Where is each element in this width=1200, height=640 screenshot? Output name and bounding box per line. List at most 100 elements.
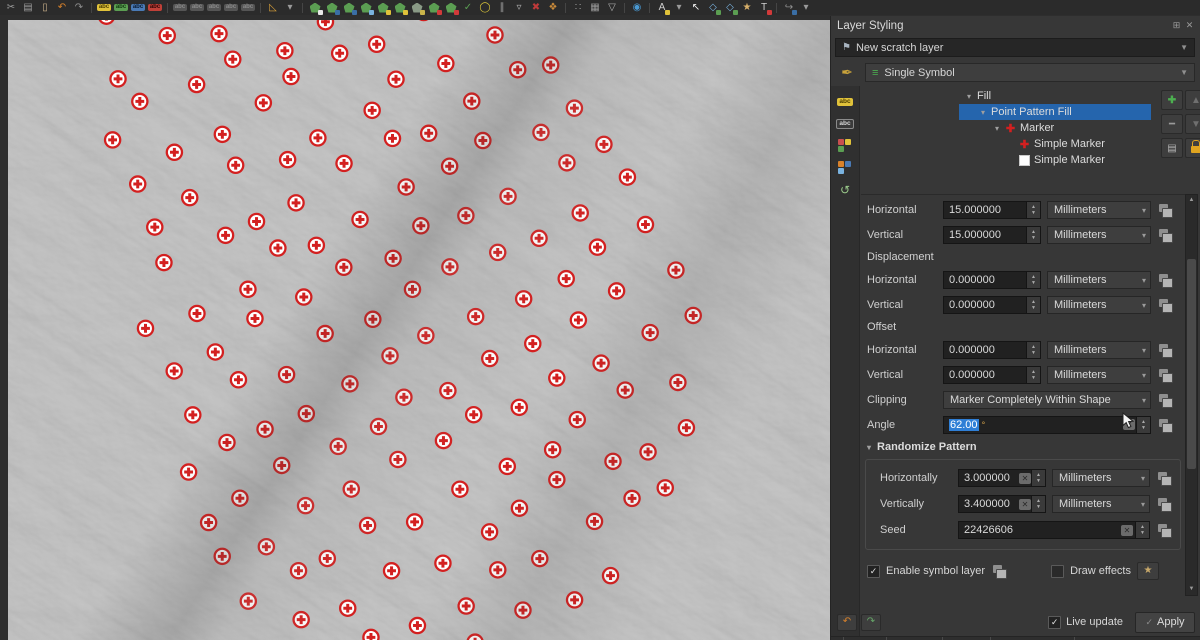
undo-icon[interactable]: ↶ xyxy=(55,2,69,14)
paste-features-icon[interactable]: ▯ xyxy=(38,2,52,14)
close-panel-icon[interactable]: ✕ xyxy=(1184,20,1195,31)
scrollbar-thumb[interactable] xyxy=(1187,259,1196,469)
scroll-up-icon[interactable]: ▲ xyxy=(1186,195,1197,206)
randomize-pattern-header[interactable]: ▾ Randomize Pattern xyxy=(861,437,1185,457)
data-defined-override-button[interactable] xyxy=(1156,497,1174,511)
apply-button[interactable]: ✓ Apply xyxy=(1135,612,1195,633)
displacement-horizontal-input[interactable]: 0.000000▲▼ xyxy=(943,271,1041,289)
move-down-button[interactable]: ▼ xyxy=(1185,114,1200,134)
expander-icon[interactable]: ▾ xyxy=(979,108,987,117)
offset-vertical-unit[interactable]: Millimeters▾ xyxy=(1047,366,1151,384)
displacement-horizontal-unit[interactable]: Millimeters▾ xyxy=(1047,271,1151,289)
forward-dropdown-icon[interactable]: ▾ xyxy=(799,2,813,14)
spinner[interactable]: ▲▼ xyxy=(1031,496,1045,512)
data-defined-override-button[interactable] xyxy=(991,564,1009,578)
data-defined-override-button[interactable] xyxy=(1157,393,1175,407)
measure-dropdown-icon[interactable]: ▾ xyxy=(283,2,297,14)
seed-input[interactable]: 22426606✕▲▼ xyxy=(958,521,1150,539)
diagrams-tab[interactable] xyxy=(836,160,854,175)
live-update-checkbox[interactable]: ✓ xyxy=(1048,616,1061,629)
draw-effects-checkbox[interactable]: ✓ xyxy=(1051,565,1064,578)
renderer-dropdown[interactable]: ≡ Single Symbol ▼ xyxy=(865,63,1195,82)
data-defined-override-button[interactable] xyxy=(1157,203,1175,217)
enable-symbol-layer-checkbox[interactable]: ✓ xyxy=(867,565,880,578)
layer-labeling-icon[interactable]: abc xyxy=(97,2,111,14)
split-features-icon[interactable]: ✓ xyxy=(461,2,475,14)
spinner[interactable]: ▲▼ xyxy=(1026,227,1040,243)
spinner[interactable]: ▲▼ xyxy=(1026,342,1040,358)
style-redo-button[interactable]: ↷ xyxy=(861,614,881,631)
expander-icon[interactable]: ▾ xyxy=(965,92,973,101)
layer-selector-dropdown[interactable]: ⚑ New scratch layer ▼ xyxy=(835,38,1195,57)
data-defined-override-button[interactable] xyxy=(1157,368,1175,382)
lock-colors-button[interactable] xyxy=(1185,138,1200,158)
measure-icon[interactable]: ◺ xyxy=(266,2,280,14)
displacement-vertical-input[interactable]: 0.000000▲▼ xyxy=(943,296,1041,314)
favorites-icon[interactable]: ★ xyxy=(740,2,754,14)
callout-label-icon[interactable]: abc xyxy=(241,2,255,14)
distance-horizontal-input[interactable]: 15.000000▲▼ xyxy=(943,201,1041,219)
masks-tab[interactable]: abc xyxy=(836,116,854,131)
tree-item-simple-marker[interactable]: ✚Simple Marker xyxy=(959,136,1151,152)
reshape-features-icon[interactable]: ◯ xyxy=(478,2,492,14)
displacement-vertical-unit[interactable]: Millimeters▾ xyxy=(1047,296,1151,314)
tree-item-point-pattern-fill[interactable]: ▾Point Pattern Fill xyxy=(959,104,1151,120)
annotation-dropdown-icon[interactable]: ▾ xyxy=(672,2,686,14)
randomize-horizontal-unit[interactable]: Millimeters▾ xyxy=(1052,469,1150,487)
curved-label-icon[interactable]: abc xyxy=(224,2,238,14)
data-defined-override-button[interactable] xyxy=(1157,273,1175,287)
randomize-vertical-input[interactable]: 3.400000✕▲▼ xyxy=(958,495,1046,513)
delete-part-icon[interactable] xyxy=(444,2,458,14)
data-defined-override-button[interactable] xyxy=(1157,418,1175,432)
data-defined-override-button[interactable] xyxy=(1157,298,1175,312)
add-feature-icon[interactable] xyxy=(308,2,322,14)
annotation-icon[interactable]: A xyxy=(655,2,669,14)
distance-horizontal-unit[interactable]: Millimeters▾ xyxy=(1047,201,1151,219)
expander-icon[interactable]: ▾ xyxy=(993,124,1001,133)
move-up-button[interactable]: ▲ xyxy=(1185,90,1200,110)
move-feature-icon[interactable] xyxy=(325,2,339,14)
rotate-label-icon[interactable]: abc xyxy=(190,2,204,14)
clear-icon[interactable]: ✕ xyxy=(1019,473,1031,484)
vertex-tool-layer-icon[interactable] xyxy=(393,2,407,14)
spinner[interactable]: ▲▼ xyxy=(1135,522,1149,538)
labels-tab[interactable]: abc xyxy=(836,94,854,109)
vertex-tool-disabled-icon[interactable] xyxy=(410,2,424,14)
filter-icon[interactable]: ▽ xyxy=(605,2,619,14)
forward-icon[interactable]: ↪ xyxy=(782,2,796,14)
offset-horizontal-unit[interactable]: Millimeters▾ xyxy=(1047,341,1151,359)
clipping-dropdown[interactable]: Marker Completely Within Shape▾ xyxy=(943,391,1151,409)
spinner[interactable]: ▲▼ xyxy=(1136,417,1150,433)
copy-move-feature-icon[interactable] xyxy=(342,2,356,14)
settings-scrollbar[interactable]: ▲ ▼ xyxy=(1185,194,1198,596)
data-defined-override-button[interactable] xyxy=(1157,343,1175,357)
pointer-tool-icon[interactable]: ↖ xyxy=(689,2,703,14)
style-undo-button[interactable]: ↶ xyxy=(837,614,857,631)
tree-item-marker[interactable]: ▾✚Marker xyxy=(959,120,1151,136)
distance-vertical-input[interactable]: 15.000000▲▼ xyxy=(943,226,1041,244)
add-symbol-layer-button[interactable]: ✚ xyxy=(1161,90,1183,110)
remove-symbol-layer-button[interactable]: ━ xyxy=(1161,114,1183,134)
tree-item-simple-marker[interactable]: Simple Marker xyxy=(959,152,1151,168)
spinner[interactable]: ▲▼ xyxy=(1031,470,1045,486)
pin-labels-icon[interactable]: abc xyxy=(131,2,145,14)
node-edit-icon[interactable]: ◇ xyxy=(706,2,720,14)
undock-panel-icon[interactable]: ⊞ xyxy=(1171,20,1182,31)
spinner[interactable]: ▲▼ xyxy=(1026,297,1040,313)
symbology-active-tab-icon[interactable]: ✒ xyxy=(837,63,857,82)
spinner[interactable]: ▲▼ xyxy=(1026,272,1040,288)
rotate-feature-icon[interactable] xyxy=(359,2,373,14)
save-symbol-button[interactable]: ▤ xyxy=(1161,138,1183,158)
spinner[interactable]: ▲▼ xyxy=(1026,367,1040,383)
distance-vertical-unit[interactable]: Millimeters▾ xyxy=(1047,226,1151,244)
effects-star-button[interactable]: ★ xyxy=(1137,562,1159,580)
delete-ring-icon[interactable]: ✖ xyxy=(529,2,543,14)
redo-icon[interactable]: ↷ xyxy=(72,2,86,14)
dots-icon[interactable]: ∷ xyxy=(571,2,585,14)
text-annotation-icon[interactable]: T xyxy=(757,2,771,14)
clear-icon[interactable]: ✕ xyxy=(1019,499,1031,510)
checker-icon[interactable]: ▿ xyxy=(512,2,526,14)
data-defined-override-button[interactable] xyxy=(1157,228,1175,242)
globe-icon[interactable]: ◉ xyxy=(630,2,644,14)
tree-item-fill[interactable]: ▾Fill xyxy=(959,88,1151,104)
